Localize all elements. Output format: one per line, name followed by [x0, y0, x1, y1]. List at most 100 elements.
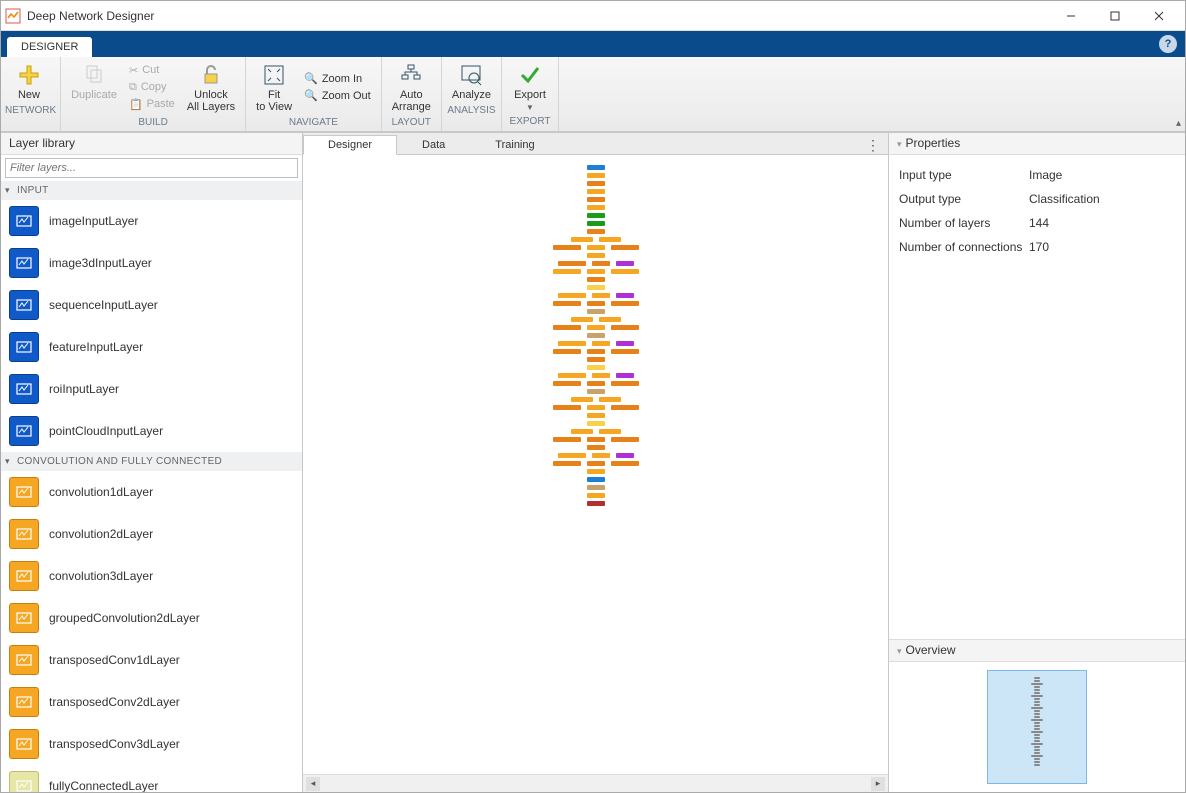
network-block[interactable]: [616, 261, 634, 266]
network-block[interactable]: [571, 397, 593, 402]
layer-item[interactable]: transposedConv1dLayer: [1, 639, 302, 681]
network-block[interactable]: [599, 429, 621, 434]
tab-canvas-data[interactable]: Data: [397, 135, 470, 154]
network-block[interactable]: [587, 421, 605, 426]
network-block[interactable]: [587, 469, 605, 474]
network-block[interactable]: [553, 325, 581, 330]
network-block[interactable]: [587, 221, 605, 226]
network-block[interactable]: [616, 453, 634, 458]
network-canvas[interactable]: [303, 155, 888, 774]
layer-item[interactable]: groupedConvolution2dLayer: [1, 597, 302, 639]
network-block[interactable]: [587, 333, 605, 338]
network-block[interactable]: [587, 501, 605, 506]
layer-item[interactable]: imageInputLayer: [1, 200, 302, 242]
network-block[interactable]: [592, 261, 610, 266]
category-input[interactable]: INPUT: [1, 181, 302, 200]
properties-title[interactable]: Properties: [889, 133, 1185, 155]
network-block[interactable]: [587, 189, 605, 194]
network-block[interactable]: [587, 245, 605, 250]
network-block[interactable]: [592, 453, 610, 458]
minimize-button[interactable]: [1049, 2, 1093, 30]
network-block[interactable]: [553, 269, 581, 274]
network-block[interactable]: [571, 317, 593, 322]
network-block[interactable]: [587, 277, 605, 282]
filter-layers-input[interactable]: [5, 158, 298, 178]
network-block[interactable]: [587, 253, 605, 258]
network-block[interactable]: [587, 437, 605, 442]
layer-item[interactable]: convolution3dLayer: [1, 555, 302, 597]
network-block[interactable]: [587, 165, 605, 170]
canvas-menu-button[interactable]: ⋮: [858, 137, 888, 154]
scroll-right-button[interactable]: ▸: [871, 777, 885, 791]
network-block[interactable]: [592, 373, 610, 378]
network-block[interactable]: [558, 373, 586, 378]
unlock-button[interactable]: Unlock All Layers: [181, 59, 241, 115]
layer-item[interactable]: sequenceInputLayer: [1, 284, 302, 326]
network-block[interactable]: [587, 285, 605, 290]
network-block[interactable]: [587, 181, 605, 186]
category-conv[interactable]: CONVOLUTION AND FULLY CONNECTED: [1, 452, 302, 471]
network-block[interactable]: [587, 173, 605, 178]
network-block[interactable]: [611, 269, 639, 274]
network-block[interactable]: [553, 437, 581, 442]
network-block[interactable]: [611, 461, 639, 466]
network-block[interactable]: [587, 381, 605, 386]
network-block[interactable]: [587, 493, 605, 498]
network-block[interactable]: [558, 453, 586, 458]
close-button[interactable]: [1137, 2, 1181, 30]
layer-item[interactable]: fullyConnectedLayer: [1, 765, 302, 792]
network-block[interactable]: [587, 405, 605, 410]
network-block[interactable]: [611, 325, 639, 330]
network-block[interactable]: [599, 397, 621, 402]
layer-item[interactable]: pointCloudInputLayer: [1, 410, 302, 452]
auto-arrange-button[interactable]: Auto Arrange: [386, 59, 437, 115]
tab-designer[interactable]: DESIGNER: [7, 37, 92, 57]
tab-canvas-designer[interactable]: Designer: [303, 135, 397, 155]
network-block[interactable]: [553, 405, 581, 410]
network-block[interactable]: [592, 293, 610, 298]
network-block[interactable]: [616, 373, 634, 378]
tab-canvas-training[interactable]: Training: [470, 135, 559, 154]
zoom-out-button[interactable]: 🔍Zoom Out: [302, 88, 373, 103]
network-block[interactable]: [587, 389, 605, 394]
network-block[interactable]: [599, 317, 621, 322]
network-block[interactable]: [587, 477, 605, 482]
network-block[interactable]: [587, 269, 605, 274]
network-block[interactable]: [587, 445, 605, 450]
layer-item[interactable]: convolution1dLayer: [1, 471, 302, 513]
network-block[interactable]: [599, 237, 621, 242]
export-button[interactable]: Export ▼: [506, 59, 554, 114]
network-block[interactable]: [587, 325, 605, 330]
network-block[interactable]: [587, 357, 605, 362]
layer-item[interactable]: image3dInputLayer: [1, 242, 302, 284]
overview-viewport[interactable]: [987, 670, 1087, 784]
new-button[interactable]: New: [5, 59, 53, 103]
network-block[interactable]: [587, 309, 605, 314]
zoom-in-button[interactable]: 🔍Zoom In: [302, 71, 373, 86]
canvas-hscroll[interactable]: ◂ ▸: [303, 774, 888, 792]
network-block[interactable]: [587, 197, 605, 202]
maximize-button[interactable]: [1093, 2, 1137, 30]
layer-item[interactable]: transposedConv3dLayer: [1, 723, 302, 765]
fit-to-view-button[interactable]: Fit to View: [250, 59, 298, 115]
network-block[interactable]: [587, 413, 605, 418]
network-block[interactable]: [611, 349, 639, 354]
network-block[interactable]: [611, 381, 639, 386]
network-block[interactable]: [587, 213, 605, 218]
network-block[interactable]: [587, 229, 605, 234]
network-block[interactable]: [611, 301, 639, 306]
network-block[interactable]: [558, 341, 586, 346]
network-block[interactable]: [616, 341, 634, 346]
network-block[interactable]: [553, 461, 581, 466]
network-block[interactable]: [587, 485, 605, 490]
network-block[interactable]: [587, 461, 605, 466]
network-block[interactable]: [587, 349, 605, 354]
network-block[interactable]: [611, 245, 639, 250]
layer-item[interactable]: featureInputLayer: [1, 326, 302, 368]
network-block[interactable]: [611, 437, 639, 442]
network-block[interactable]: [553, 301, 581, 306]
overview-title[interactable]: Overview: [889, 640, 1185, 662]
network-block[interactable]: [553, 245, 581, 250]
network-block[interactable]: [553, 381, 581, 386]
network-block[interactable]: [571, 237, 593, 242]
